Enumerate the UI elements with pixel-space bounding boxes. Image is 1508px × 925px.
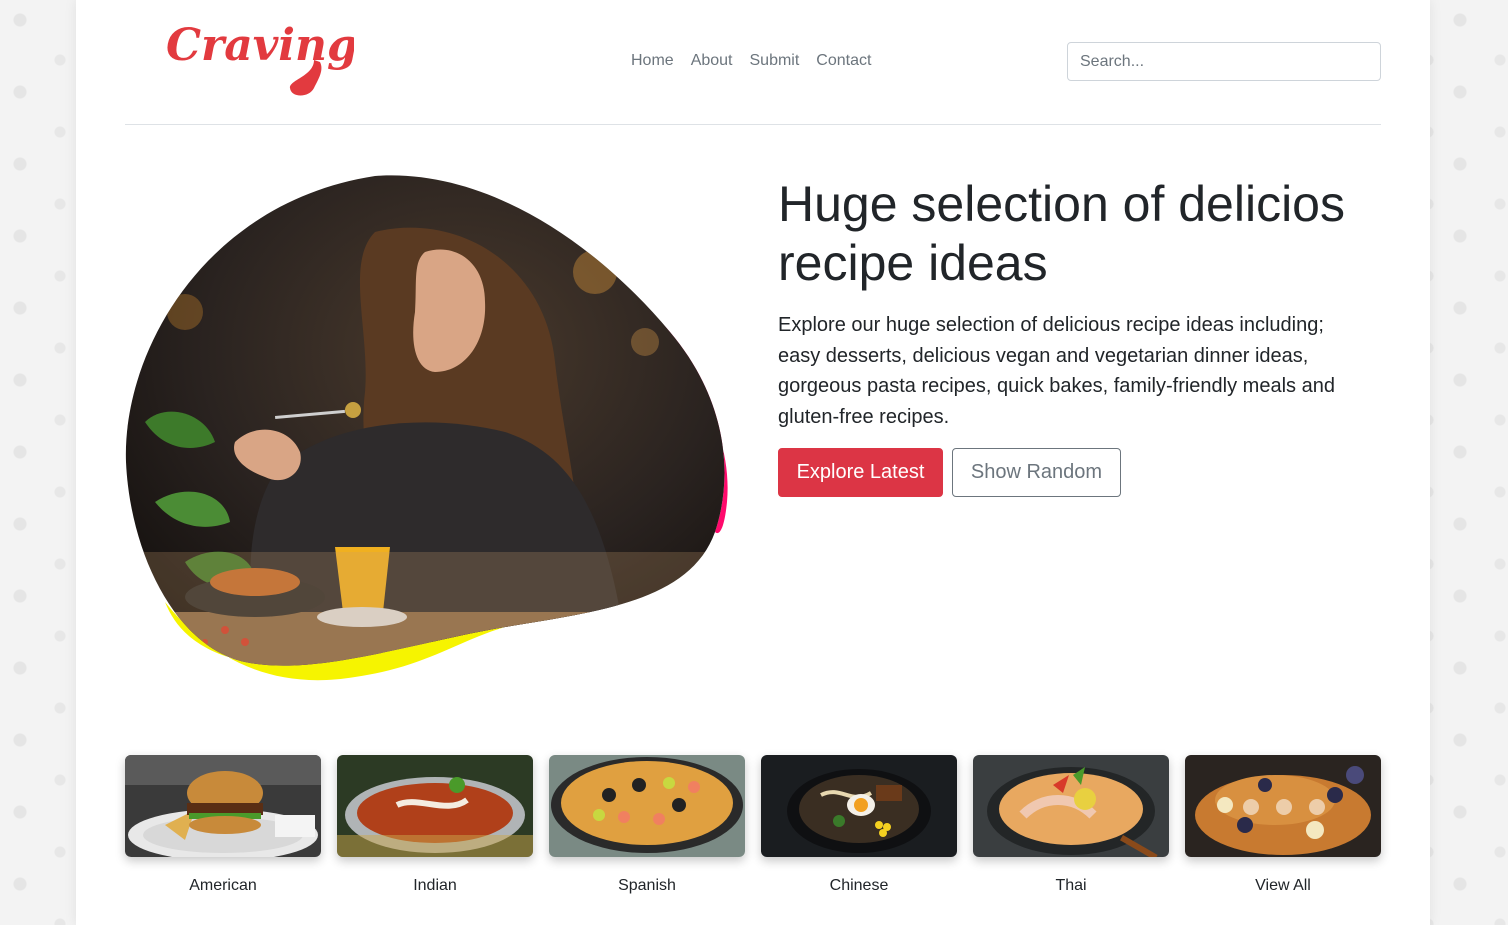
category-american[interactable]: American (125, 755, 321, 895)
category-chinese[interactable]: Chinese (761, 755, 957, 895)
carousel-dot[interactable] (1243, 799, 1259, 815)
carousel-dot[interactable] (1276, 799, 1292, 815)
category-label: American (189, 877, 257, 894)
search-input[interactable] (1067, 42, 1381, 81)
hero-description: Explore our huge selection of delicious … (778, 314, 1335, 428)
page-container: Cravings Home About Submit Contact (76, 0, 1430, 925)
category-spanish[interactable]: Spanish (549, 755, 745, 895)
nav-about[interactable]: About (691, 52, 733, 70)
main-nav: Home About Submit Contact (631, 52, 871, 70)
svg-text:Cravings: Cravings (166, 20, 354, 71)
thai-thumbnail (973, 755, 1169, 857)
hero-image (125, 172, 735, 684)
carousel-dot[interactable] (1309, 799, 1325, 815)
american-thumbnail (125, 755, 321, 857)
header-divider (125, 124, 1381, 125)
category-label: Indian (413, 877, 457, 894)
view-all-thumbnail (1185, 755, 1381, 857)
spanish-thumbnail (549, 755, 745, 857)
category-view-all[interactable]: View All (1185, 755, 1381, 895)
explore-latest-button[interactable]: Explore Latest (778, 448, 943, 497)
indian-thumbnail (337, 755, 533, 857)
nav-home[interactable]: Home (631, 52, 674, 70)
category-label: Chinese (829, 877, 889, 894)
category-list: American Indian Spanish Chinese Thai Vie… (125, 755, 1381, 895)
show-random-button[interactable]: Show Random (952, 448, 1121, 497)
nav-contact[interactable]: Contact (816, 52, 871, 70)
category-label: View All (1255, 877, 1311, 894)
cravings-logo[interactable]: Cravings (164, 18, 354, 100)
category-thai[interactable]: Thai (973, 755, 1169, 895)
category-label: Thai (1055, 877, 1087, 894)
carousel-dots (1243, 799, 1325, 815)
chinese-thumbnail (761, 755, 957, 857)
nav-submit[interactable]: Submit (750, 52, 800, 70)
category-label: Spanish (618, 877, 676, 894)
hero-title: Huge selection of delicios recipe ideas (778, 176, 1345, 291)
category-indian[interactable]: Indian (337, 755, 533, 895)
